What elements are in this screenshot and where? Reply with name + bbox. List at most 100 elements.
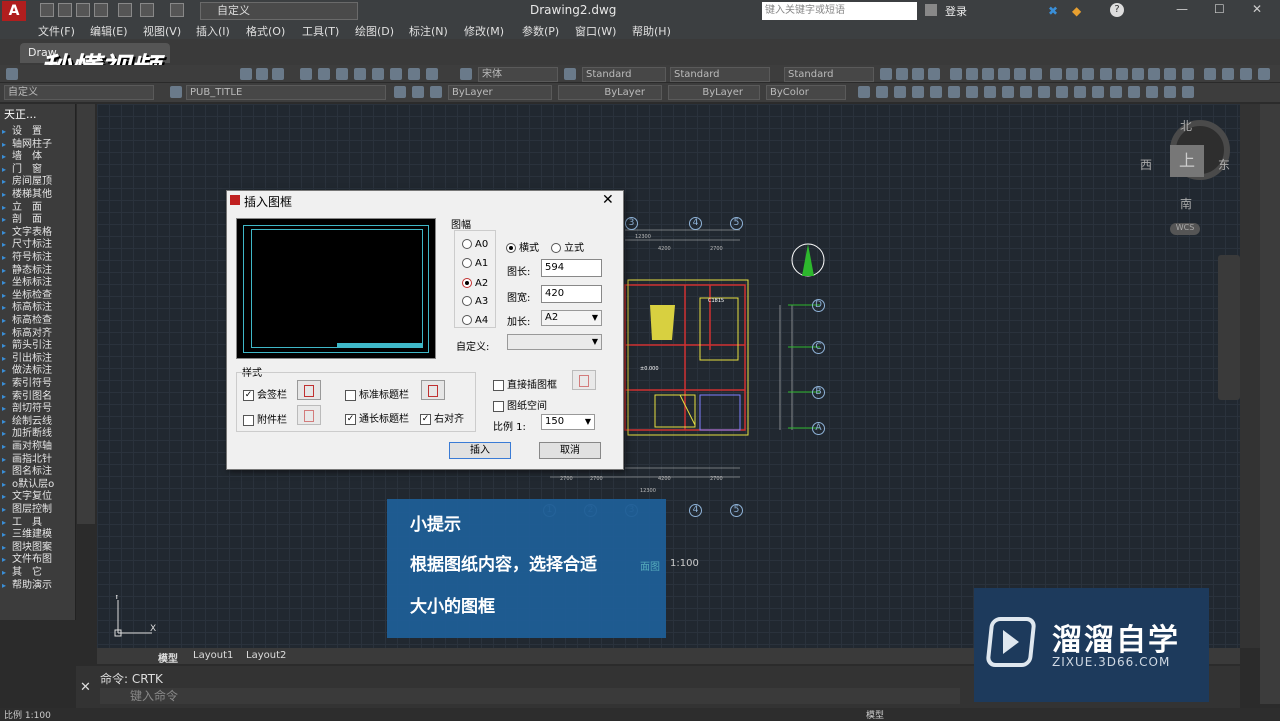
size-a0[interactable]: A0 [462, 239, 488, 250]
textstyle-icon[interactable] [460, 68, 472, 80]
tab-model[interactable]: 模型 [158, 650, 178, 665]
help-icon[interactable]: ? [1110, 3, 1124, 17]
menu-help[interactable]: 帮助(H) [632, 23, 671, 39]
dim-baseline-icon[interactable] [998, 68, 1010, 80]
sign-bar-check[interactable]: ✓ 会签栏 [243, 386, 287, 401]
maximize-icon[interactable]: ☐ [1214, 2, 1225, 16]
new-icon[interactable] [6, 68, 18, 80]
extend-select[interactable]: A2 ▼ [541, 310, 602, 326]
scale-select[interactable]: 150 ▼ [541, 414, 595, 430]
side-panel-item[interactable]: ▸ 标高标注 [2, 302, 74, 315]
dim-diameter-icon[interactable] [966, 68, 978, 80]
calc-icon[interactable] [390, 68, 402, 80]
new-icon[interactable] [40, 3, 54, 17]
side-panel-item[interactable]: ▸ 坐标检查 [2, 290, 74, 303]
dim-radius-icon[interactable] [950, 68, 962, 80]
side-panel-item[interactable]: ▸ 文字表格 [2, 227, 74, 240]
font-select[interactable]: 宋体 [478, 67, 558, 82]
side-panel-item[interactable]: ▸ 加折断线 [2, 428, 74, 441]
layer-tool-icon[interactable] [426, 68, 438, 80]
side-panel-item[interactable]: ▸ 设 置 [2, 126, 74, 139]
tool-o-icon[interactable] [1110, 86, 1122, 98]
insert-button[interactable]: 插入 [449, 442, 511, 459]
table-style-select[interactable]: Standard [784, 67, 874, 82]
tool-i-icon[interactable] [1002, 86, 1014, 98]
login-link[interactable]: 登录 [945, 3, 967, 19]
search-input[interactable]: 键入关键字或短语 [762, 2, 917, 20]
tool-r-icon[interactable] [1164, 86, 1176, 98]
side-panel-item[interactable]: ▸ 引出标注 [2, 353, 74, 366]
radio-a3[interactable] [462, 296, 472, 306]
radio-a2[interactable] [462, 278, 472, 288]
close-window-icon[interactable]: ✕ [1252, 2, 1262, 16]
orient-landscape[interactable]: 横式 [506, 239, 539, 254]
long-title-checkbox[interactable]: ✓ [345, 413, 356, 425]
radio-landscape[interactable] [506, 243, 516, 253]
side-panel-item[interactable]: ▸ 房间屋顶 [2, 176, 74, 189]
tool-l-icon[interactable] [1056, 86, 1068, 98]
size-a3[interactable]: A3 [462, 296, 488, 307]
sheetset-icon[interactable] [354, 68, 366, 80]
orient-portrait[interactable]: 立式 [551, 239, 584, 254]
dim-continue-icon[interactable] [1014, 68, 1026, 80]
compass-west[interactable]: 西 [1140, 156, 1152, 173]
make-current-icon[interactable] [394, 86, 406, 98]
designcenter-icon[interactable] [318, 68, 330, 80]
dim-edit-icon[interactable] [1132, 68, 1144, 80]
tool-j-icon[interactable] [1020, 86, 1032, 98]
pan-icon[interactable] [240, 68, 252, 80]
attach-bar-check[interactable]: 附件栏 [243, 411, 287, 426]
radio-a0[interactable] [462, 239, 472, 249]
size-a1[interactable]: A1 [462, 258, 488, 269]
side-panel-title[interactable]: 天正... [4, 106, 74, 121]
tool-p-icon[interactable] [1128, 86, 1140, 98]
side-panel-item[interactable]: ▸ 尺寸标注 [2, 239, 74, 252]
side-panel-item[interactable]: ▸ 轴网柱子 [2, 139, 74, 152]
command-close-icon[interactable]: ✕ [80, 680, 91, 695]
long-title-check[interactable]: ✓ 通长标题栏 [345, 410, 409, 425]
layer-select[interactable]: PUB_TITLE [186, 85, 386, 100]
side-panel-item[interactable]: ▸ 图名标注 [2, 466, 74, 479]
attach-bar-checkbox[interactable] [243, 414, 254, 426]
side-panel-item[interactable]: ▸ 做法标注 [2, 365, 74, 378]
menu-view[interactable]: 视图(V) [143, 23, 181, 39]
side-panel-item[interactable]: ▸ 符号标注 [2, 252, 74, 265]
side-panel-item[interactable]: ▸ 图层控制 [2, 504, 74, 517]
jog-icon[interactable] [1116, 68, 1128, 80]
menu-format[interactable]: 格式(O) [246, 23, 285, 39]
dim-aligned-icon[interactable] [896, 68, 908, 80]
cancel-button[interactable]: 取消 [539, 442, 601, 459]
saveas-icon[interactable] [94, 3, 108, 17]
dim-text-icon[interactable] [1182, 68, 1194, 80]
direct-insert-check[interactable]: 直接插图框 [493, 376, 557, 391]
workspace-select-2[interactable]: 自定义 [4, 85, 154, 100]
compass-north[interactable]: 北 [1180, 117, 1192, 134]
open-icon[interactable] [58, 3, 72, 17]
tolerance-icon[interactable] [1066, 68, 1078, 80]
exchange-icon[interactable]: ✖ [1048, 4, 1058, 18]
dialog-close-icon[interactable]: ✕ [602, 192, 614, 208]
tool-f-icon[interactable] [948, 86, 960, 98]
size-a2[interactable]: A2 [462, 278, 488, 289]
tool-h-icon[interactable] [984, 86, 996, 98]
command-input[interactable]: 键入命令 [100, 688, 960, 704]
dim-linear-icon[interactable] [880, 68, 892, 80]
print-icon[interactable] [118, 3, 132, 17]
attach-bar-pick-button[interactable] [297, 405, 321, 425]
side-panel-item[interactable]: ▸ 楼梯其他 [2, 189, 74, 202]
radio-portrait[interactable] [551, 243, 561, 253]
length-field[interactable]: 594 [541, 259, 602, 277]
side-panel-item[interactable]: ▸ o默认层o [2, 479, 74, 492]
side-panel-item[interactable]: ▸ 绘制云线 [2, 416, 74, 429]
side-panel-item[interactable]: ▸ 标高对齐 [2, 328, 74, 341]
toolpalette-icon[interactable] [336, 68, 348, 80]
inspect-icon[interactable] [1100, 68, 1112, 80]
menu-modify[interactable]: 修改(M) [464, 23, 504, 39]
linetype-select[interactable]: ByLayer [558, 85, 662, 100]
direct-insert-checkbox[interactable] [493, 379, 504, 391]
navigation-bar[interactable] [1218, 255, 1240, 400]
side-panel-item[interactable]: ▸ 剖切符号 [2, 403, 74, 416]
status-model[interactable]: 模型 [866, 708, 884, 721]
dim-update-icon[interactable] [1148, 68, 1160, 80]
undo-icon[interactable] [140, 3, 154, 17]
